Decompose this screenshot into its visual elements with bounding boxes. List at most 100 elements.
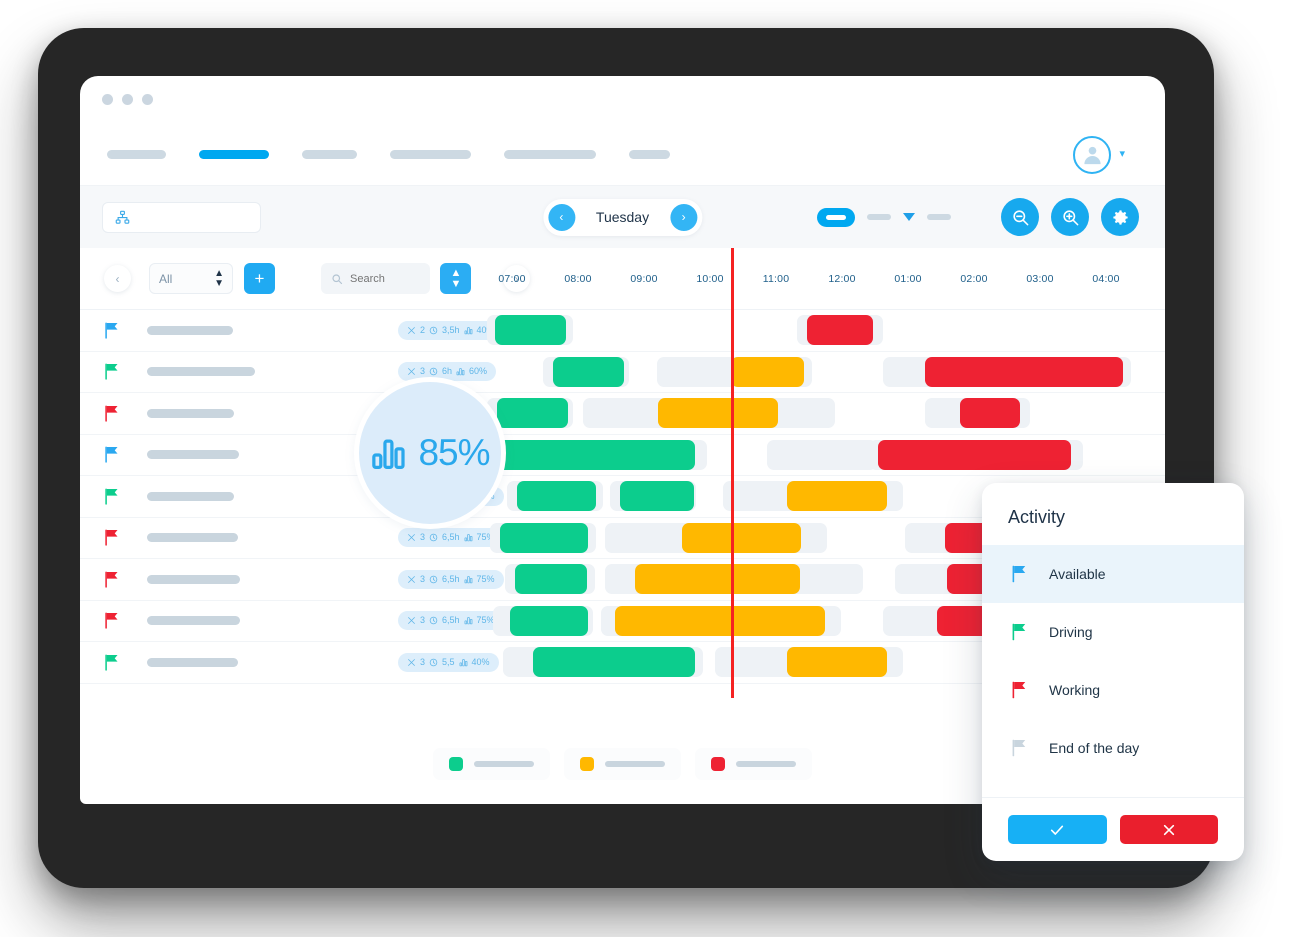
row-status-flag[interactable] <box>104 612 120 629</box>
confirm-button[interactable] <box>1008 815 1107 844</box>
timeline-bar-red[interactable] <box>925 356 1123 387</box>
cancel-button[interactable] <box>1119 815 1218 844</box>
group-select[interactable]: All ▲ ▼ <box>149 263 233 294</box>
activity-option-working[interactable]: Working <box>982 661 1244 719</box>
timeline-bar-amber[interactable] <box>682 522 801 553</box>
row-status-flag[interactable] <box>104 322 120 339</box>
timeline-bar-green[interactable] <box>515 564 587 595</box>
row-timeline-lane <box>475 310 1165 351</box>
nav-tab-3[interactable] <box>302 150 357 159</box>
chevron-down-icon[interactable]: ▾ <box>1119 149 1125 160</box>
flag-green-icon <box>105 363 118 380</box>
clock-icon <box>429 326 438 334</box>
activity-option-label: Working <box>1049 682 1101 698</box>
activity-option-label: Driving <box>1049 624 1093 640</box>
org-select[interactable] <box>102 201 261 233</box>
time-tick-0300: 03:00 <box>1026 272 1054 285</box>
table-row[interactable]: 35h50% <box>80 393 1165 435</box>
legend-red[interactable] <box>695 748 812 780</box>
tools-icon <box>408 368 415 376</box>
timeline-bar-green[interactable] <box>510 605 588 636</box>
search-box[interactable] <box>321 263 430 294</box>
add-button[interactable]: + <box>244 263 275 294</box>
user-avatar-icon[interactable] <box>1073 135 1112 174</box>
table-row[interactable]: 27h70% <box>80 435 1165 476</box>
prev-day-button[interactable]: ‹ <box>547 203 575 231</box>
timeline-bar-amber[interactable] <box>658 398 778 429</box>
row-status-flag[interactable] <box>104 446 120 463</box>
row-status-flag[interactable] <box>104 488 120 505</box>
bar-chart-icon <box>464 575 472 583</box>
filter-prev-wrap: ‹ <box>104 265 131 292</box>
table-row[interactable]: 2 3,5h 40% <box>80 310 1165 352</box>
flag-red-icon <box>1012 681 1026 699</box>
row-status-flag[interactable] <box>104 405 120 422</box>
search-icon <box>332 273 343 284</box>
timeline-bar-red[interactable] <box>807 315 873 346</box>
settings-button[interactable] <box>1101 198 1139 236</box>
legend-amber[interactable] <box>564 748 681 780</box>
timeline-bar-green[interactable] <box>533 647 695 678</box>
filter-prev-button[interactable]: ‹ <box>104 265 131 292</box>
activity-option-available[interactable]: Available <box>982 545 1244 603</box>
clock-icon <box>429 534 438 542</box>
nav-tab-5[interactable] <box>504 150 596 159</box>
activity-option-end-of-the-day[interactable]: End of the day <box>982 719 1244 777</box>
timeline-axis: 07:00 08:00 09:00 10:00 11:00 12:00 01:00 02:00… <box>475 248 1165 309</box>
tools-icon <box>408 617 415 625</box>
timeline-bar-red[interactable] <box>960 398 1020 429</box>
nav-tab-4[interactable] <box>390 150 471 159</box>
timeline-bar-amber[interactable] <box>787 647 887 678</box>
bar-chart-icon <box>464 534 472 542</box>
nav-tab-6[interactable] <box>629 150 670 159</box>
nav-tab-1[interactable] <box>107 150 166 159</box>
view-toggle[interactable] <box>817 207 855 227</box>
caret-down-icon[interactable] <box>903 213 915 221</box>
flag-red-icon <box>105 529 118 546</box>
nav-tab-2[interactable] <box>199 150 269 159</box>
timeline-bar-green[interactable] <box>553 356 624 387</box>
flag-red-icon <box>105 571 118 588</box>
time-tick-0900: 09:00 <box>630 272 658 285</box>
badge-tools-count: 3 <box>420 532 426 543</box>
row-status-flag[interactable] <box>104 529 120 546</box>
timeline-bar-amber[interactable] <box>615 605 825 636</box>
stepper-updown-icon[interactable]: ▲ ▼ <box>214 268 224 289</box>
timeline-bar-amber[interactable] <box>635 564 800 595</box>
timeline-bar-green[interactable] <box>497 398 568 429</box>
flag-blue-icon <box>105 446 118 463</box>
timeline-bar-green[interactable] <box>500 522 588 553</box>
sort-button[interactable]: ▲ ▼ <box>440 263 471 294</box>
clock-icon <box>429 575 438 583</box>
timeline-bar-amber[interactable] <box>787 481 887 512</box>
row-name-placeholder <box>147 616 240 626</box>
badge-tools-count: 3 <box>420 656 426 667</box>
window-dot-minimize[interactable] <box>122 94 133 105</box>
activity-option-driving[interactable]: Driving <box>982 603 1244 661</box>
row-name-placeholder <box>147 325 233 335</box>
row-status-flag[interactable] <box>104 363 120 380</box>
table-row[interactable]: 3 6h 60% <box>80 352 1165 393</box>
date-navigator: ‹ Tuesday › <box>542 198 703 236</box>
search-input[interactable] <box>350 272 420 285</box>
row-status-flag[interactable] <box>104 654 120 671</box>
timeline-bar-green[interactable] <box>497 439 695 470</box>
time-tick-0100: 01:00 <box>894 272 922 285</box>
zoom-out-button[interactable] <box>1001 198 1039 236</box>
legend-green[interactable] <box>433 748 550 780</box>
window-dot-close[interactable] <box>102 94 113 105</box>
zoom-in-button[interactable] <box>1051 198 1089 236</box>
timeline-bar-green[interactable] <box>620 481 694 512</box>
badge-tools-count: 3 <box>420 366 426 377</box>
window-dot-maximize[interactable] <box>142 94 153 105</box>
timeline-bar-green[interactable] <box>517 481 596 512</box>
row-status-flag[interactable] <box>104 571 120 588</box>
badge-hours: 5,5 <box>442 656 455 667</box>
timeline-bar-amber[interactable] <box>731 356 804 387</box>
tools-icon <box>408 575 415 583</box>
timeline-bar-red[interactable] <box>878 439 1071 470</box>
next-day-button[interactable]: › <box>670 203 698 231</box>
timeline-bar-green[interactable] <box>495 315 566 346</box>
user-menu[interactable]: ▾ <box>1073 135 1125 174</box>
utilization-badge: 85% <box>354 377 506 529</box>
